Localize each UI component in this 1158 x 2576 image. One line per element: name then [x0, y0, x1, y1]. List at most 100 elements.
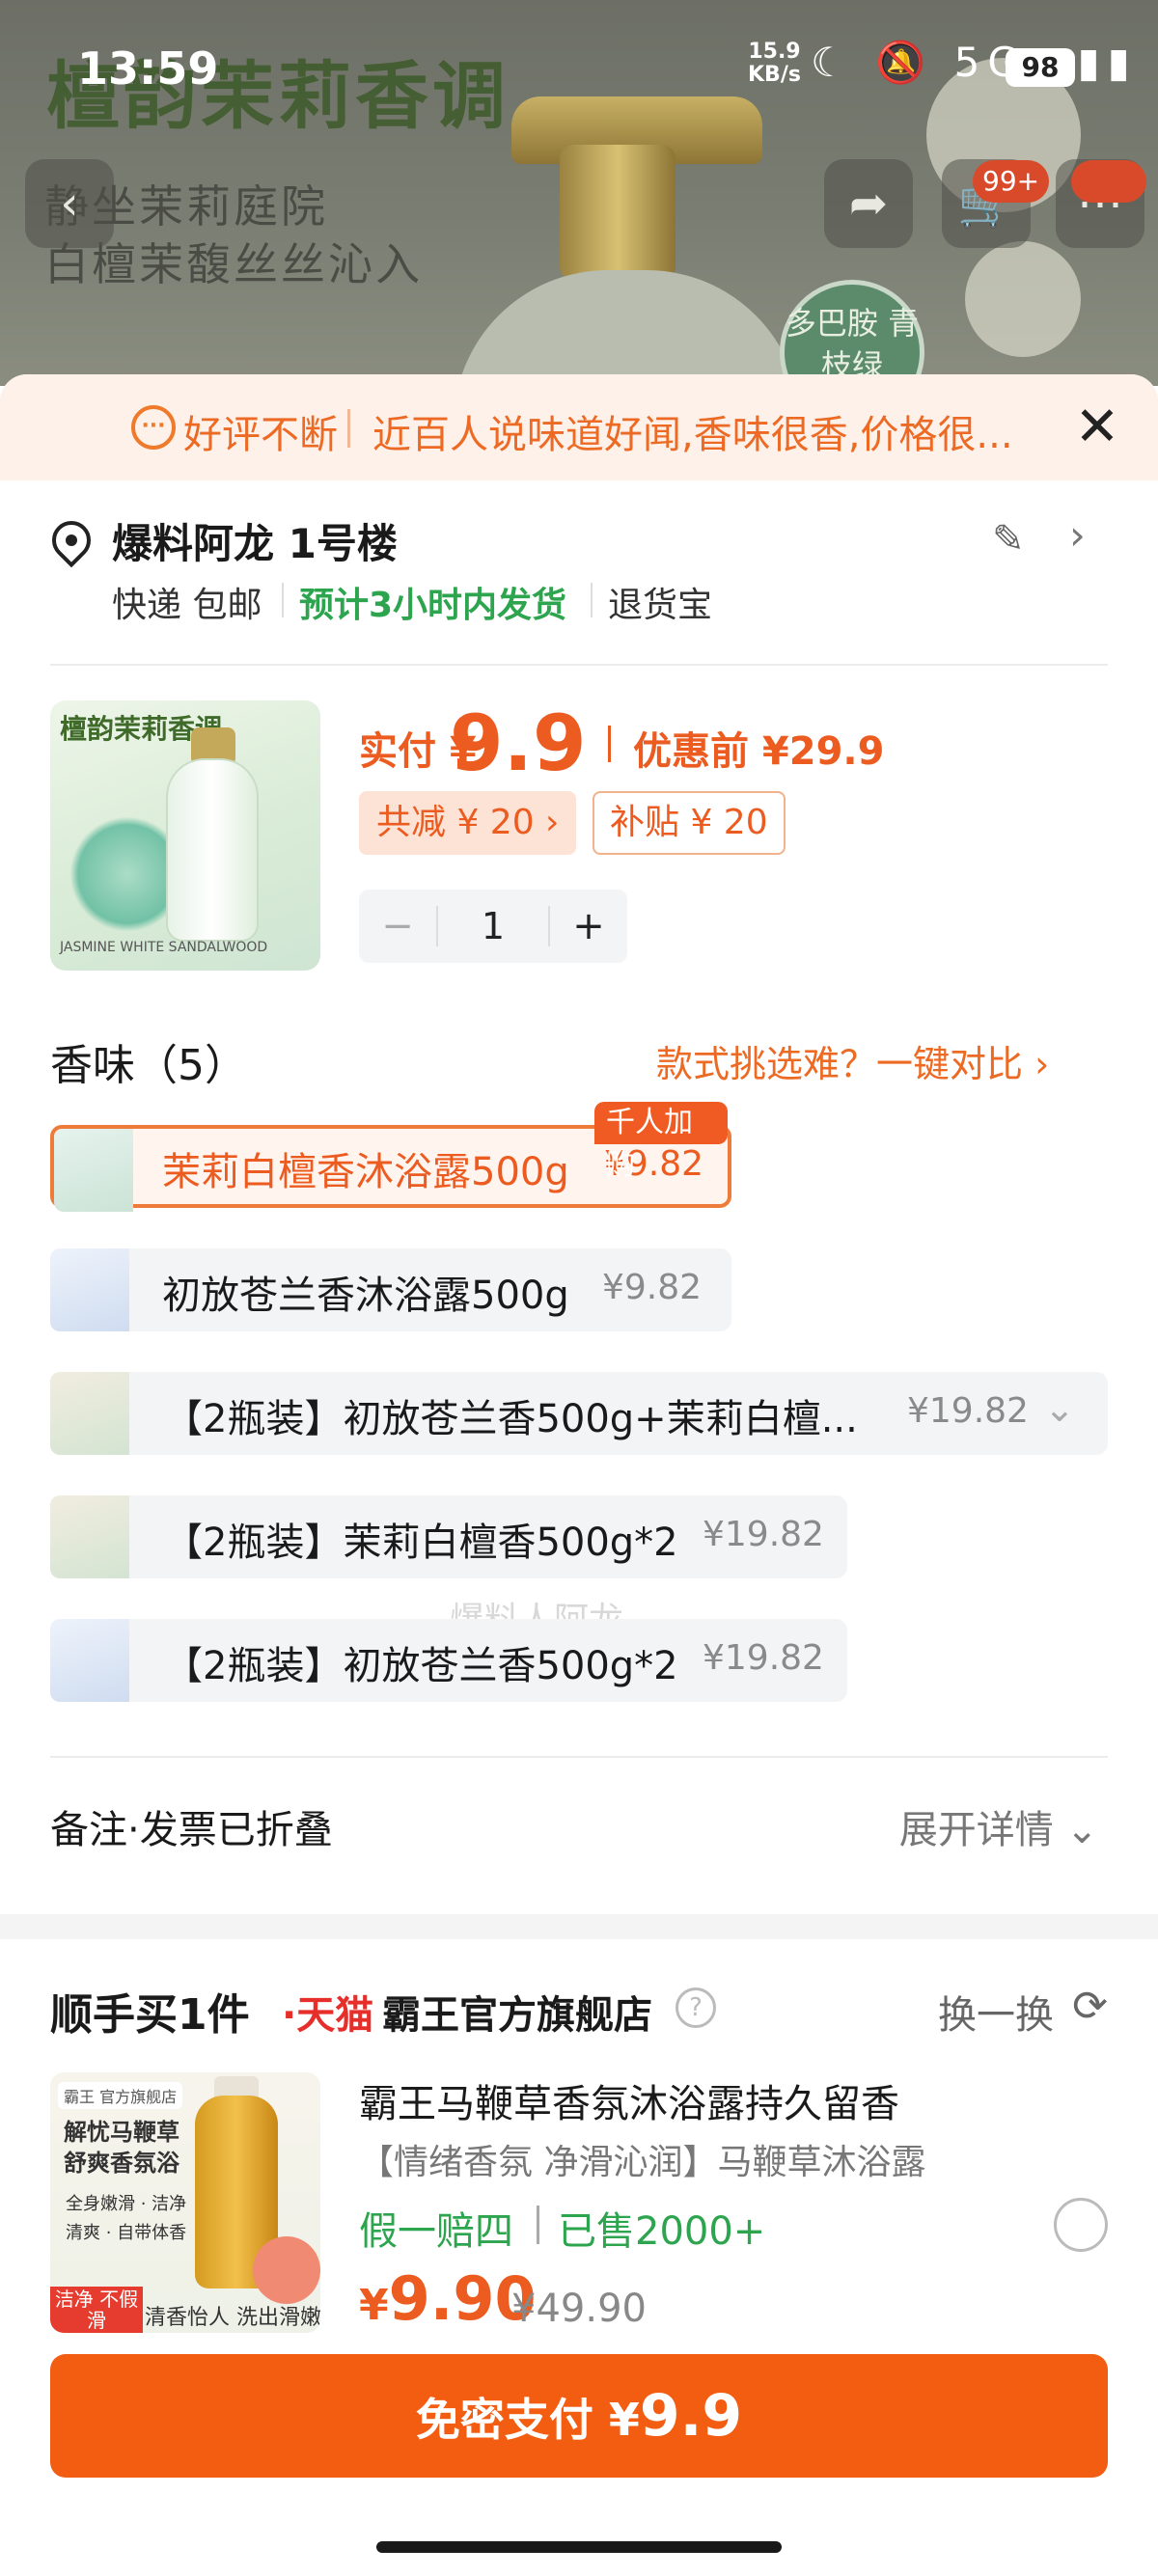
status-time: 13:59: [77, 42, 219, 95]
option-thumbnail: [54, 1129, 133, 1212]
price-divider: [608, 726, 611, 762]
brand-logo: 霸王 官方旗舰店: [58, 2082, 183, 2109]
increment-button[interactable]: +: [550, 904, 627, 948]
price-before: 优惠前 ¥29.9: [633, 729, 885, 774]
thumb-headline: 解忧马鞭草 舒爽香氛浴: [64, 2117, 179, 2179]
location-pin-dot: [66, 534, 77, 546]
address-name: 爆料阿龙 1号楼: [112, 520, 398, 567]
option-name: 【2瓶装】初放苍兰香500g*2: [164, 1644, 678, 1688]
help-icon[interactable]: ?: [676, 1987, 716, 2028]
price-value: 9.9: [450, 699, 587, 788]
more-badge: [1071, 160, 1146, 203]
expand-details-link[interactable]: 展开详情 ⌄: [899, 1798, 1098, 1854]
option-tag: 千人加购: [594, 1102, 728, 1182]
shipping-time: 预计3小时内发货: [299, 586, 567, 625]
share-icon[interactable]: ➦: [824, 159, 913, 248]
option-name: 【2瓶装】初放苍兰香500g+茉莉白檀...: [164, 1397, 858, 1441]
flower-image: [965, 241, 1081, 357]
option-thumbnail: [50, 1495, 129, 1578]
order-sheet: ··· 好评不断 近百人说味道好闻,香味很香,价格很... ✕ 爆料阿龙 1号楼…: [0, 374, 1158, 2576]
divider: [50, 1756, 1108, 1758]
home-indicator[interactable]: [376, 2541, 782, 2553]
divider: [50, 664, 1108, 666]
scent-option[interactable]: 茉莉白檀香沐浴露500g ¥9.82 千人加购: [50, 1102, 731, 1212]
select-radio[interactable]: [1054, 2198, 1108, 2252]
address-row[interactable]: 爆料阿龙 1号楼 ✎ › 快递 包邮 预计3小时内发货 退货宝: [0, 480, 1158, 654]
recommend-desc: 【情绪香氛 净滑沁润】马鞭草沐浴露: [359, 2143, 926, 2182]
option-name: 茉莉白檀香沐浴露500g: [162, 1150, 569, 1194]
option-price: ¥19.82: [703, 1515, 824, 1554]
thumb-headline-1: 解忧马鞭草: [64, 2118, 179, 2146]
add-on-title: 顺手买1件: [50, 1990, 250, 2040]
decrement-button[interactable]: −: [359, 904, 436, 948]
option-price: ¥19.82: [907, 1391, 1029, 1431]
option-name: 【2瓶装】茉莉白檀香500g*2: [164, 1521, 678, 1565]
review-divider: [347, 409, 350, 448]
bottle-neck-image: [560, 145, 676, 280]
battery-icon: 98: [1006, 48, 1075, 87]
network-speed-value: 15.9: [748, 40, 801, 64]
shipping-divider: [282, 583, 284, 617]
scent-option[interactable]: 【2瓶装】初放苍兰香500g*2 ¥19.82: [50, 1619, 847, 1702]
option-name: 初放苍兰香沐浴露500g: [162, 1274, 569, 1318]
bottle-image: [166, 758, 259, 942]
recommend-promo: 假一赔四: [359, 2209, 513, 2254]
bottle-body-image: [454, 270, 801, 386]
network-speed-unit: KB/s: [748, 63, 801, 87]
scent-option[interactable]: 初放苍兰香沐浴露500g ¥9.82: [50, 1248, 731, 1331]
quantity-value[interactable]: 1: [436, 906, 550, 946]
pay-button[interactable]: 免密支付 ¥9.9: [50, 2354, 1108, 2478]
recommend-price: ¥9.90: [359, 2263, 537, 2334]
store-name[interactable]: 霸王官方旗舰店: [382, 1984, 652, 2040]
thumb-footer: JASMINE WHITE SANDALWOOD: [60, 940, 268, 955]
add-on-header: 顺手买1件 ·天猫 霸王官方旗舰店 ? 换一换 ⟳: [50, 1980, 1108, 2040]
back-button[interactable]: ‹: [25, 159, 114, 248]
chevron-right-icon[interactable]: ›: [1069, 511, 1086, 559]
status-icons: ☾ 🔕 5G ▮▮▮: [811, 39, 1138, 86]
promo-divider: [537, 2206, 539, 2244]
option-thumbnail: [50, 1372, 129, 1455]
cart-badge: 99+: [973, 160, 1050, 203]
thumb-bullets: 全身嫩滑 · 洁净清爽 · 自带体香: [66, 2194, 187, 2243]
recommend-thumbnail[interactable]: 霸王 官方旗舰店 解忧马鞭草 舒爽香氛浴 全身嫩滑 · 洁净清爽 · 自带体香 …: [50, 2072, 320, 2333]
option-thumbnail: [50, 1248, 129, 1331]
scent-option[interactable]: 【2瓶装】茉莉白檀香500g*2 ¥19.82: [50, 1495, 847, 1578]
review-text: 近百人说味道好闻,香味很香,价格很...: [372, 413, 1013, 457]
review-banner[interactable]: ··· 好评不断 近百人说味道好闻,香味很香,价格很... ✕: [0, 374, 1158, 480]
pay-amount: 9.9: [639, 2382, 743, 2450]
thumb-tag: 洁净 不假滑: [50, 2287, 143, 2333]
pay-label: 免密支付 ¥: [415, 2394, 640, 2446]
swap-button[interactable]: 换一换: [938, 1984, 1054, 2040]
chat-icon: ···: [131, 405, 176, 450]
grapefruit-image: [253, 2236, 320, 2304]
compare-link[interactable]: 款式挑选难？一键对比 ›: [656, 1034, 1049, 1087]
price-currency: ¥: [359, 2281, 389, 2330]
recommend-original-price: ¥49.90: [511, 2287, 647, 2331]
edit-icon[interactable]: ✎: [992, 517, 1025, 562]
scent-option[interactable]: 【2瓶装】初放苍兰香500g+茉莉白檀... ¥19.82 ⌄: [50, 1372, 1108, 1455]
thumb-headline-2: 舒爽香氛浴: [64, 2149, 179, 2177]
subsidy-badge: 补贴 ¥ 20: [593, 791, 786, 855]
refresh-icon[interactable]: ⟳: [1072, 1982, 1108, 2031]
recommend-sold: 已售2000+: [558, 2209, 766, 2254]
option-price: ¥19.82: [703, 1638, 824, 1678]
review-highlight: 好评不断: [183, 413, 338, 457]
option-price: ¥9.82: [602, 1268, 703, 1307]
chevron-down-icon[interactable]: ⌄: [1044, 1387, 1075, 1430]
discount-button[interactable]: 共减 ¥ 20 ›: [359, 791, 577, 855]
shipping-extra: 退货宝: [608, 586, 713, 625]
remark-label: 备注·发票已折叠: [50, 1808, 333, 1852]
thumb-bottom-text: 清香怡人 洗出滑嫩肌: [145, 2306, 320, 2330]
close-icon[interactable]: ✕: [1063, 394, 1131, 461]
status-bar: 13:59 15.9 KB/s ☾ 🔕 5G ▮▮▮ 98: [0, 0, 1158, 116]
option-thumbnail: [50, 1619, 129, 1702]
network-speed: 15.9 KB/s: [748, 41, 801, 87]
remark-row[interactable]: 备注·发票已折叠 展开详情 ⌄: [50, 1793, 1108, 1860]
product-thumbnail[interactable]: 檀韵茉莉香调 JASMINE WHITE SANDALWOOD: [50, 700, 320, 971]
banner-badge: 多巴胺 青枝绿: [780, 280, 924, 386]
shipping-mode: 快递 包邮: [112, 586, 262, 625]
shipping-divider: [591, 583, 593, 617]
tmall-label: ·天猫: [282, 1993, 374, 2038]
recommend-name[interactable]: 霸王马鞭草香氛沐浴露持久留香: [359, 2072, 899, 2128]
scent-title: 香味（5）: [50, 1041, 247, 1090]
